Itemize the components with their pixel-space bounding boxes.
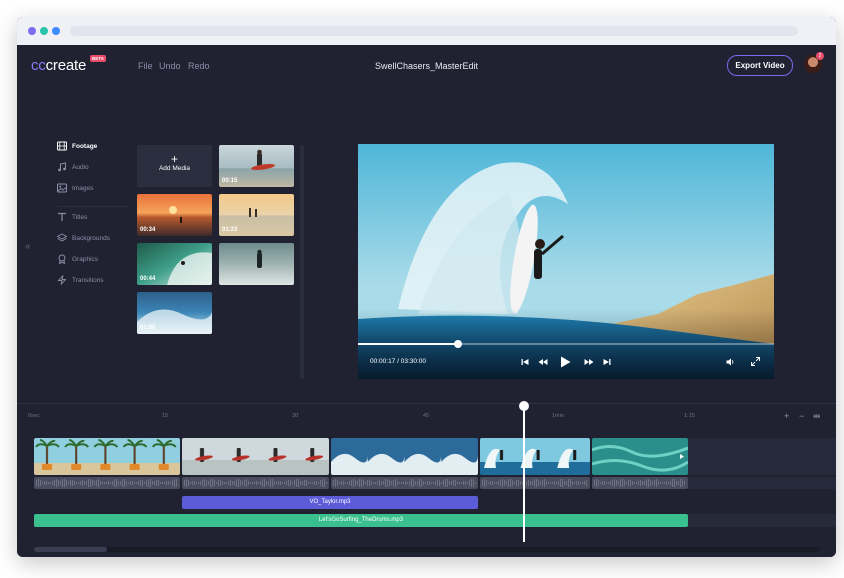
skip-forward-icon[interactable] — [603, 358, 611, 366]
timeline-tick: 15 — [162, 413, 169, 419]
preview-scrub-handle[interactable] — [453, 340, 462, 348]
lightning-icon — [57, 275, 67, 285]
app-window: cccreate BETA File Undo Redo SwellChaser… — [17, 17, 836, 557]
sidebar-item-titles[interactable]: Titles — [57, 211, 147, 227]
thumb-duration: 00:15 — [222, 178, 238, 184]
clip-filmstrip — [331, 438, 478, 475]
timeline-tick: 30 — [292, 413, 299, 419]
zoom-out-icon[interactable]: − — [799, 411, 804, 421]
project-title: SwellChasers_MasterEdit — [374, 61, 479, 71]
video-clip-palms[interactable] — [34, 438, 180, 475]
notification-badge: 2 — [816, 52, 824, 60]
playhead-handle[interactable] — [519, 401, 529, 411]
timeline-tick: 45 — [423, 413, 430, 419]
window-dot-blue[interactable] — [52, 27, 60, 35]
thumb-duration: 00:44 — [140, 276, 156, 282]
skip-back-icon[interactable] — [521, 358, 529, 366]
sidebar-item-backgrounds[interactable]: Backgrounds — [57, 232, 147, 248]
empty-audio-track — [688, 477, 836, 489]
music-track[interactable]: Let'sGoSurfing_TheDrums.mp3 — [34, 514, 688, 527]
plus-icon: + — [170, 152, 178, 166]
collapse-panel-icon[interactable]: « — [25, 241, 31, 252]
image-icon — [57, 183, 67, 193]
music-note-icon — [58, 162, 66, 172]
zoom-in-icon[interactable]: + — [784, 411, 789, 421]
media-thumb[interactable]: 00:34 — [137, 194, 212, 236]
preview-time: 00:00:17 / 03:30:00 — [370, 358, 427, 365]
editor-app: cccreate BETA File Undo Redo SwellChaser… — [17, 45, 836, 557]
sidebar-item-graphics[interactable]: Graphics — [57, 253, 147, 269]
clip-audio-waveform[interactable] — [592, 477, 688, 489]
badge-icon — [58, 254, 66, 264]
sidebar-item-label: Footage — [72, 143, 98, 150]
sidebar-item-label: Audio — [72, 164, 89, 171]
add-media-button[interactable]: + Add Media — [137, 145, 212, 187]
sidebar-item-footage[interactable]: Footage — [57, 140, 147, 156]
window-dot-purple[interactable] — [28, 27, 36, 35]
film-icon — [57, 141, 67, 151]
timeline-scrollbar[interactable] — [34, 547, 820, 552]
play-icon[interactable] — [560, 356, 571, 368]
sidebar-item-label: Titles — [72, 214, 88, 221]
preview-progress-bar[interactable] — [358, 340, 774, 348]
url-bar[interactable] — [70, 26, 798, 36]
thumb-duration: 01:23 — [222, 227, 238, 233]
media-thumb[interactable]: 01:23 — [219, 194, 294, 236]
add-media-label: Add Media — [158, 165, 191, 172]
media-scrollbar[interactable] — [300, 145, 304, 379]
fullscreen-icon[interactable] — [751, 357, 760, 366]
sidebar-item-label: Images — [72, 185, 94, 192]
fit-timeline-icon[interactable]: ⇹ — [813, 411, 821, 422]
clip-filmstrip — [592, 438, 688, 475]
empty-video-track — [688, 438, 836, 475]
preview-progress-fill — [358, 343, 458, 345]
export-video-button[interactable]: Export Video — [727, 55, 793, 76]
window-dot-teal[interactable] — [40, 27, 48, 35]
video-clip-ocean[interactable] — [592, 438, 688, 475]
clip-audio-waveform[interactable] — [480, 477, 590, 489]
clip-audio-waveform[interactable] — [331, 477, 478, 489]
media-thumb[interactable] — [219, 243, 294, 285]
empty-music-track — [688, 514, 836, 527]
timeline-tick: 0sec — [28, 413, 40, 419]
sidebar-item-label: Graphics — [72, 256, 99, 263]
voiceover-track[interactable]: VO_Taylor.mp3 — [182, 496, 478, 509]
clip-audio-waveform[interactable] — [182, 477, 329, 489]
sidebar-divider — [57, 206, 129, 207]
text-icon — [58, 212, 66, 221]
sidebar-item-label: Transitions — [72, 277, 104, 284]
volume-icon[interactable] — [726, 358, 735, 366]
timeline-tick: 1min — [552, 413, 564, 419]
clip-filmstrip — [182, 438, 329, 475]
clip-audio-waveform[interactable] — [34, 477, 180, 489]
layers-icon — [57, 233, 67, 242]
clip-filmstrip — [34, 438, 180, 475]
video-clip-surfer[interactable] — [182, 438, 329, 475]
timeline[interactable]: 0sec 15 30 45 1min 1:15 + − ⇹ VO_Taylor.… — [17, 401, 836, 557]
browser-titlebar — [17, 17, 836, 45]
sidebar-item-images[interactable]: Images — [57, 182, 147, 198]
media-thumb[interactable]: 00:44 — [137, 243, 212, 285]
sidebar-item-audio[interactable]: Audio — [57, 161, 147, 177]
clip-filmstrip — [480, 438, 590, 475]
thumb-surfer-shore — [219, 243, 294, 285]
video-clip-wave[interactable] — [331, 438, 478, 475]
fast-forward-icon[interactable] — [584, 358, 594, 366]
timeline-scroll-thumb[interactable] — [34, 547, 107, 552]
media-thumb[interactable]: 00:15 — [219, 145, 294, 187]
video-preview[interactable]: 00:00:17 / 03:30:00 — [358, 144, 774, 379]
video-clip-surfer-wave[interactable] — [480, 438, 590, 475]
sidebar-item-transitions[interactable]: Transitions — [57, 274, 147, 290]
thumb-duration: 01:08 — [140, 325, 156, 331]
timeline-tick: 1:15 — [684, 413, 695, 419]
playhead-line[interactable] — [523, 404, 525, 542]
top-bar: cccreate BETA File Undo Redo SwellChaser… — [17, 45, 836, 89]
media-thumb[interactable]: 01:08 — [137, 292, 212, 334]
rewind-icon[interactable] — [538, 358, 548, 366]
sidebar-item-label: Backgrounds — [72, 235, 110, 242]
thumb-duration: 00:34 — [140, 227, 156, 233]
